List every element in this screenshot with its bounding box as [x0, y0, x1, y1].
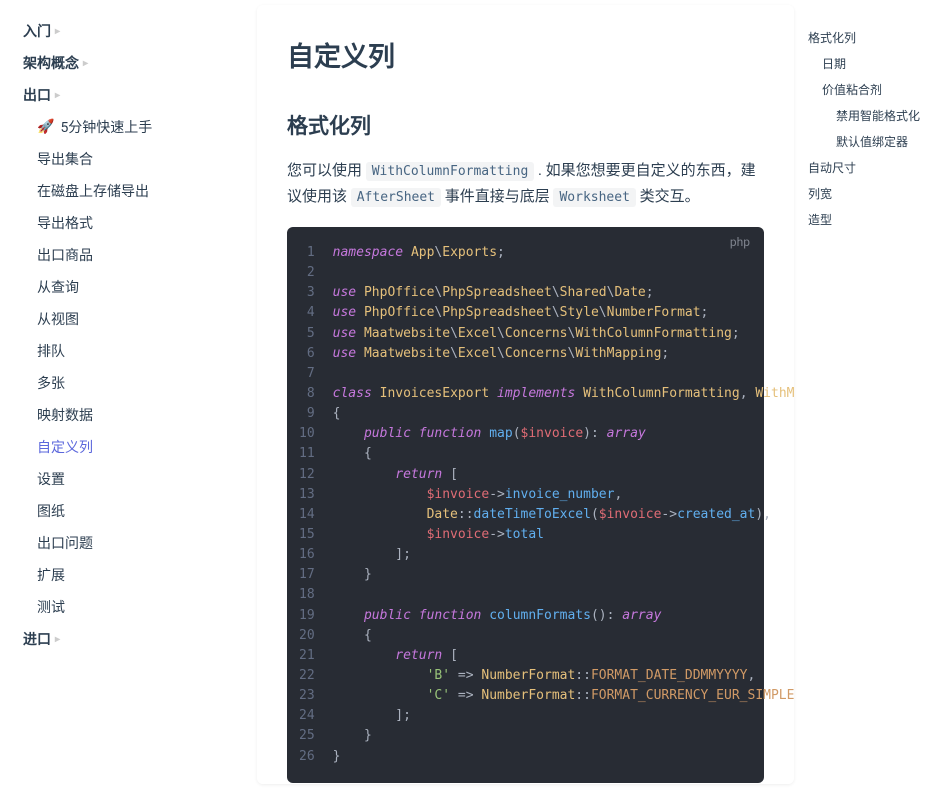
toc-item[interactable]: 格式化列	[808, 25, 928, 51]
sidebar-item[interactable]: 出口问题	[29, 527, 251, 559]
sidebar-item[interactable]: 映射数据	[29, 399, 251, 431]
sidebar-item-label: 出口商品	[37, 245, 93, 265]
text: 类交互。	[636, 187, 700, 205]
sidebar-item[interactable]: 导出格式	[29, 207, 251, 239]
nav-group-label: 出口	[23, 85, 51, 105]
code-content: namespace App\Exports; use PhpOffice\Php…	[333, 243, 794, 767]
sidebar-item[interactable]: 从视图	[29, 303, 251, 335]
sidebar-item-label: 出口问题	[37, 533, 93, 553]
toc-item[interactable]: 默认值绑定器	[808, 129, 928, 155]
code-block: php 1 2 3 4 5 6 7 8 9 10 11 12 13 14 15 …	[287, 227, 764, 783]
toc-item[interactable]: 自动尺寸	[808, 155, 928, 181]
page-title: 自定义列	[287, 35, 764, 74]
sidebar-item-label: 映射数据	[37, 405, 93, 425]
inline-code: WithColumnFormatting	[366, 162, 535, 181]
sidebar-right-toc: 格式化列日期价值粘合剂禁用智能格式化默认值绑定器自动尺寸列宽造型	[800, 0, 940, 789]
sidebar-item-label: 导出集合	[37, 149, 93, 169]
nav-group-arch[interactable]: 架构概念 ▸	[15, 47, 251, 79]
sidebar-item-label: 在磁盘上存储导出	[37, 181, 149, 201]
sidebar-item-label: 图纸	[37, 501, 65, 521]
sidebar-item-label: 自定义列	[37, 437, 93, 457]
sidebar-left: 入门 ▸ 架构概念 ▸ 出口 ▸ 🚀 5分钟快速上手导出集合在磁盘上存储导出导出格…	[0, 0, 251, 789]
chevron-right-icon: ▸	[55, 90, 60, 101]
sidebar-item-label: 设置	[37, 469, 65, 489]
sidebar-item-label: 从查询	[37, 277, 79, 297]
sidebar-item[interactable]: 出口商品	[29, 239, 251, 271]
chevron-right-icon: ▸	[55, 634, 60, 645]
sidebar-item-label: 从视图	[37, 309, 79, 329]
nav-group-label: 入门	[23, 21, 51, 41]
nav-group-label: 架构概念	[23, 53, 79, 73]
nav-items-export: 🚀 5分钟快速上手导出集合在磁盘上存储导出导出格式出口商品从查询从视图排队多张映射…	[15, 111, 251, 623]
text: 您可以使用	[287, 161, 366, 179]
main-content: 自定义列 格式化列 您可以使用 WithColumnFormatting . 如…	[257, 5, 794, 784]
sidebar-item-label: 多张	[37, 373, 65, 393]
sidebar-item[interactable]: 多张	[29, 367, 251, 399]
sidebar-item[interactable]: 在磁盘上存储导出	[29, 175, 251, 207]
sidebar-item-label: 测试	[37, 597, 65, 617]
chevron-right-icon: ▸	[55, 26, 60, 37]
toc-item[interactable]: 造型	[808, 207, 928, 233]
sidebar-item[interactable]: 测试	[29, 591, 251, 623]
inline-code: AfterSheet	[351, 188, 441, 207]
nav-group-label: 进口	[23, 629, 51, 649]
toc-item[interactable]: 列宽	[808, 181, 928, 207]
nav-group-export[interactable]: 出口 ▸	[15, 79, 251, 111]
text: 事件直接与底层	[441, 187, 553, 205]
sidebar-item[interactable]: 图纸	[29, 495, 251, 527]
paragraph-format: 您可以使用 WithColumnFormatting . 如果您想要更自定义的东…	[287, 158, 764, 209]
sidebar-item-label: 扩展	[37, 565, 65, 585]
toc-item[interactable]: 禁用智能格式化	[808, 103, 928, 129]
section-heading-format: 格式化列	[287, 110, 764, 140]
chevron-right-icon: ▸	[83, 58, 88, 69]
toc-item[interactable]: 日期	[808, 51, 928, 77]
nav-group-intro[interactable]: 入门 ▸	[15, 15, 251, 47]
sidebar-item[interactable]: 自定义列	[29, 431, 251, 463]
sidebar-item[interactable]: 🚀 5分钟快速上手	[29, 111, 251, 143]
sidebar-item[interactable]: 从查询	[29, 271, 251, 303]
sidebar-item[interactable]: 扩展	[29, 559, 251, 591]
toc-item[interactable]: 价值粘合剂	[808, 77, 928, 103]
inline-code: Worksheet	[553, 188, 635, 207]
code-gutter: 1 2 3 4 5 6 7 8 9 10 11 12 13 14 15 16 1…	[287, 243, 333, 767]
sidebar-item[interactable]: 设置	[29, 463, 251, 495]
rocket-icon: 🚀	[37, 119, 54, 135]
sidebar-item-label: 排队	[37, 341, 65, 361]
sidebar-item[interactable]: 排队	[29, 335, 251, 367]
code-language-label: php	[730, 235, 750, 249]
sidebar-item-label: 5分钟快速上手	[60, 117, 152, 137]
sidebar-item[interactable]: 导出集合	[29, 143, 251, 175]
nav-group-import[interactable]: 进口 ▸	[15, 623, 251, 655]
sidebar-item-label: 导出格式	[37, 213, 93, 233]
